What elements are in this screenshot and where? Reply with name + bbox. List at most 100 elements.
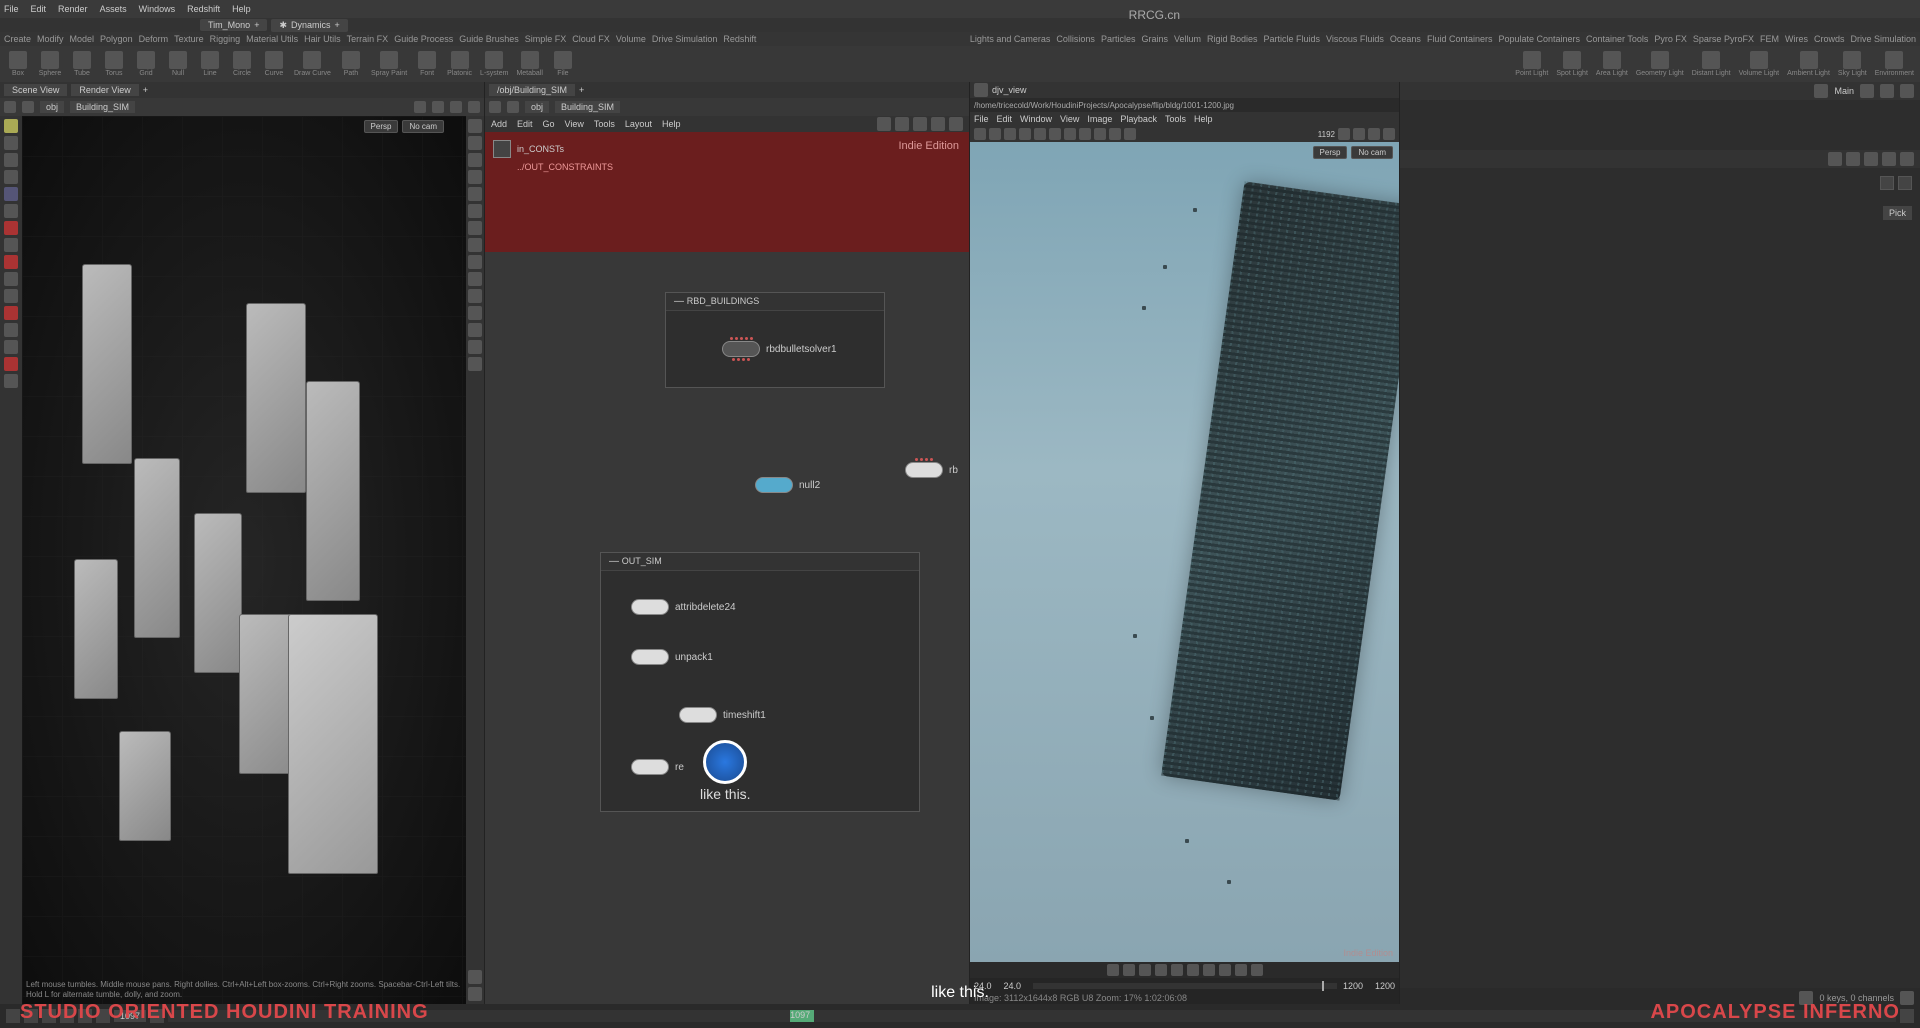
key-icon[interactable] — [1846, 152, 1860, 166]
djv-tools[interactable]: Tools — [1165, 114, 1186, 124]
select-tool-icon[interactable] — [4, 119, 18, 133]
tool-skylight[interactable]: Sky Light — [1838, 51, 1867, 77]
tl-first-icon[interactable] — [6, 1009, 20, 1023]
tab-render-view[interactable]: Render View — [71, 84, 138, 96]
djv-reload-icon[interactable] — [989, 128, 1001, 140]
tl-range-icon[interactable] — [1900, 1009, 1914, 1023]
cam-nocam[interactable]: No cam — [402, 120, 444, 133]
nav-back-icon[interactable] — [4, 101, 16, 113]
ghost-icon[interactable] — [432, 101, 444, 113]
network-sticky-red[interactable]: Indie Edition in_CONSTs ../OUT_CONSTRAIN… — [485, 132, 969, 252]
node-rb-partial[interactable]: rb — [905, 462, 958, 478]
pick-button[interactable]: Pick — [1883, 206, 1912, 220]
tool-platonic[interactable]: Platonic — [447, 51, 472, 77]
nav-right-icon[interactable] — [1898, 176, 1912, 190]
djv-window[interactable]: Window — [1020, 114, 1052, 124]
desktop-icon[interactable] — [1814, 84, 1828, 98]
tool-arealight[interactable]: Area Light — [1596, 51, 1628, 77]
net-go[interactable]: Go — [543, 119, 555, 129]
paint-tool-icon[interactable] — [4, 306, 18, 320]
tool-path[interactable]: Path — [339, 51, 363, 77]
djv-stepf-icon[interactable] — [1203, 964, 1215, 976]
scene-path[interactable]: obj Building_SIM — [0, 98, 484, 116]
net-help[interactable]: Help — [662, 119, 681, 129]
tool-file[interactable]: File — [551, 51, 575, 77]
scale-tool-icon[interactable] — [4, 170, 18, 184]
tool-distantlight[interactable]: Distant Light — [1692, 51, 1731, 77]
djv-playbar[interactable] — [970, 962, 1399, 978]
dof-vis-icon[interactable] — [468, 323, 482, 337]
chan-opts-icon[interactable] — [1900, 991, 1914, 1005]
menu-file[interactable]: File — [4, 4, 19, 14]
uv-vis-icon[interactable] — [468, 221, 482, 235]
path-building[interactable]: Building_SIM — [70, 101, 135, 113]
net-fwd-icon[interactable] — [507, 101, 519, 113]
tool-envlight[interactable]: Environment — [1875, 51, 1914, 77]
djv-color-icon[interactable] — [1079, 128, 1091, 140]
netbox-outsim[interactable]: — OUT_SIM attribdelete24 unpack1 timeshi… — [600, 552, 920, 812]
cam-persp[interactable]: Persp — [364, 120, 399, 133]
djv-first-icon[interactable] — [1107, 964, 1119, 976]
grid-vis-icon[interactable] — [468, 272, 482, 286]
mb-vis-icon[interactable] — [468, 340, 482, 354]
djv-fit-icon[interactable] — [1019, 128, 1031, 140]
snap-tool-icon[interactable] — [4, 255, 18, 269]
tool-shelf[interactable]: Box Sphere Tube Torus Grid Null Line Cir… — [0, 46, 1920, 82]
djv-info-icon[interactable] — [1064, 128, 1076, 140]
djv-loop-icon[interactable] — [1219, 964, 1231, 976]
netbox-rbd[interactable]: — RBD_BUILDINGS rbdbulletsolver1 — [665, 292, 885, 388]
djv-hist-icon[interactable] — [1094, 128, 1106, 140]
djv-set-icon[interactable] — [1124, 128, 1136, 140]
djv-full-icon[interactable] — [1034, 128, 1046, 140]
djv-last-icon[interactable] — [1171, 964, 1183, 976]
menu-help[interactable]: Help — [232, 4, 251, 14]
tool-tube[interactable]: Tube — [70, 51, 94, 77]
info-icon[interactable] — [468, 970, 482, 984]
djv-open-icon[interactable] — [974, 128, 986, 140]
gear-icon[interactable] — [1900, 84, 1914, 98]
net-view[interactable]: View — [565, 119, 584, 129]
net-tools[interactable]: Tools — [594, 119, 615, 129]
shelf-row[interactable]: CreateModifyModelPolygonDeformTextureRig… — [0, 32, 1920, 46]
djv-g-icon[interactable] — [1353, 128, 1365, 140]
tool-volumelight[interactable]: Volume Light — [1739, 51, 1779, 77]
djv-nocam[interactable]: No cam — [1351, 146, 1393, 159]
tool-spray[interactable]: Spray Paint — [371, 51, 407, 77]
lock-icon[interactable] — [450, 101, 462, 113]
node-timeshift[interactable]: timeshift1 — [679, 707, 766, 723]
djv-image[interactable]: Image — [1087, 114, 1112, 124]
stamp-tool-icon[interactable] — [4, 357, 18, 371]
net-building[interactable]: Building_SIM — [555, 101, 620, 113]
net-find-icon[interactable] — [877, 117, 891, 131]
tool-circle[interactable]: Circle — [230, 51, 254, 77]
lock-tool-icon[interactable] — [4, 204, 18, 218]
tool-null[interactable]: Null — [166, 51, 190, 77]
measure-tool-icon[interactable] — [4, 340, 18, 354]
menu-redshift[interactable]: Redshift — [187, 4, 220, 14]
bg-vis-icon[interactable] — [468, 255, 482, 269]
djv-edit[interactable]: Edit — [997, 114, 1013, 124]
tool-metaball[interactable]: Metaball — [516, 51, 542, 77]
network-path[interactable]: obj Building_SIM — [485, 98, 969, 116]
djv-persp[interactable]: Persp — [1313, 146, 1348, 159]
djv-zoom-icon[interactable] — [1049, 128, 1061, 140]
mat-vis-icon[interactable] — [468, 238, 482, 252]
net-list-icon[interactable] — [895, 117, 909, 131]
wire-vis-icon[interactable] — [468, 153, 482, 167]
menu-render[interactable]: Render — [58, 4, 88, 14]
cam-vis-icon[interactable] — [468, 289, 482, 303]
node-null2[interactable]: null2 — [755, 477, 820, 493]
djv-prev-icon[interactable] — [1123, 964, 1135, 976]
nav-left-icon[interactable] — [1880, 176, 1894, 190]
tool-torus[interactable]: Torus — [102, 51, 126, 77]
menu-windows[interactable]: Windows — [139, 4, 176, 14]
tool-box[interactable]: Box — [6, 51, 30, 77]
djv-in-icon[interactable] — [1235, 964, 1247, 976]
net-add[interactable]: Add — [491, 119, 507, 129]
record-tool-icon[interactable] — [4, 221, 18, 235]
ghost-vis-icon[interactable] — [468, 136, 482, 150]
uv-tool-icon[interactable] — [4, 289, 18, 303]
djv-play-icon[interactable] — [1139, 964, 1151, 976]
tool-line[interactable]: Line — [198, 51, 222, 77]
djv-playback[interactable]: Playback — [1120, 114, 1157, 124]
